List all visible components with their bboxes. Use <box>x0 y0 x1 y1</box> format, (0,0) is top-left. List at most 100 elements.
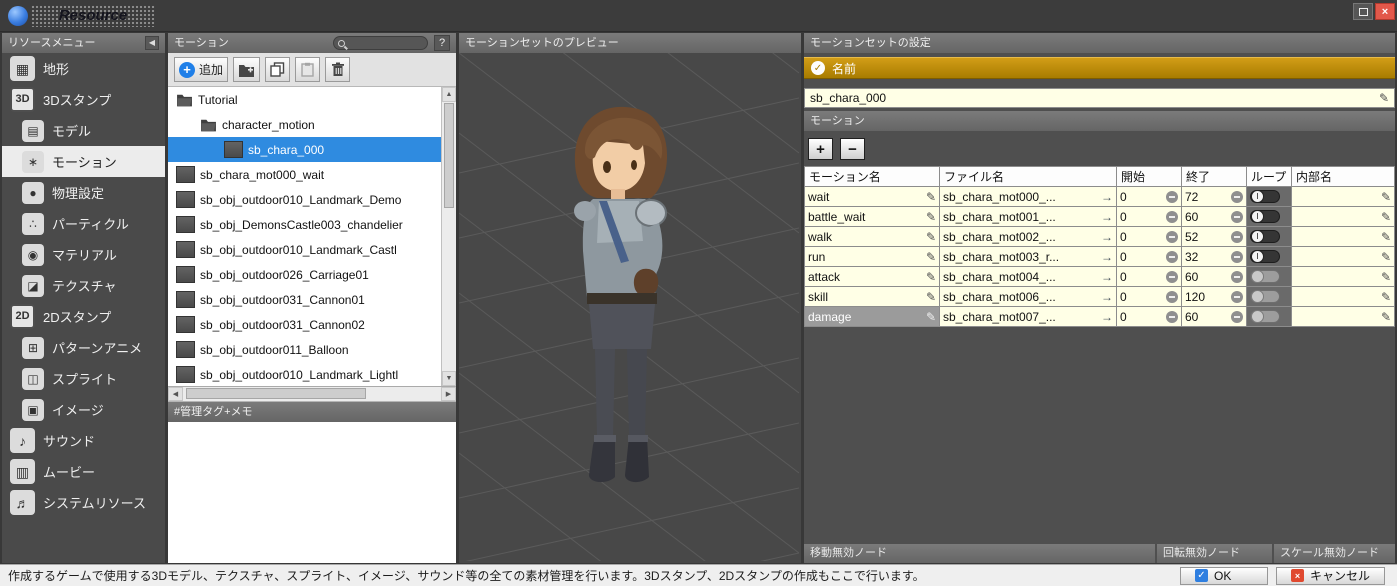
loop-toggle[interactable] <box>1250 290 1280 303</box>
stepper-minus-icon[interactable] <box>1231 271 1243 283</box>
sidebar-item-motion[interactable]: ∗ モーション <box>2 146 165 177</box>
file-name-cell[interactable]: sb_chara_mot007_...→ <box>940 307 1117 327</box>
end-cell[interactable]: 120 <box>1182 287 1247 307</box>
sidebar-item-3d-stamp[interactable]: 3D 3Dスタンプ <box>2 84 165 115</box>
arrow-right-icon[interactable]: → <box>1101 310 1113 324</box>
arrow-right-icon[interactable]: → <box>1101 250 1113 264</box>
end-cell[interactable]: 60 <box>1182 267 1247 287</box>
tree-item[interactable]: sb_obj_outdoor031_Cannon02 <box>168 312 441 337</box>
arrow-right-icon[interactable]: → <box>1101 230 1113 244</box>
sidebar-item-movie[interactable]: ▥ ムービー <box>2 456 165 487</box>
tree-item[interactable]: sb_chara_mot000_wait <box>168 162 441 187</box>
motion-name-cell[interactable]: skill✎ <box>805 287 940 307</box>
stepper-minus-icon[interactable] <box>1166 291 1178 303</box>
start-cell[interactable]: 0 <box>1117 307 1182 327</box>
stepper-minus-icon[interactable] <box>1166 231 1178 243</box>
paste-button[interactable] <box>295 57 320 82</box>
sidebar-item-sprite[interactable]: ◫ スプライト <box>2 363 165 394</box>
stepper-minus-icon[interactable] <box>1166 311 1178 323</box>
stepper-minus-icon[interactable] <box>1231 231 1243 243</box>
add-motion-row-button[interactable]: + <box>808 138 833 160</box>
name-field[interactable]: sb_chara_000 ✎ <box>804 88 1395 108</box>
stepper-minus-icon[interactable] <box>1231 191 1243 203</box>
stepper-minus-icon[interactable] <box>1231 251 1243 263</box>
start-cell[interactable]: 0 <box>1117 267 1182 287</box>
end-cell[interactable]: 60 <box>1182 207 1247 227</box>
pencil-icon[interactable]: ✎ <box>926 191 936 203</box>
end-cell[interactable]: 60 <box>1182 307 1247 327</box>
close-button[interactable]: × <box>1375 3 1395 20</box>
start-cell[interactable]: 0 <box>1117 207 1182 227</box>
stepper-minus-icon[interactable] <box>1231 211 1243 223</box>
tree-item-selected[interactable]: sb_chara_000 <box>168 137 441 162</box>
stepper-minus-icon[interactable] <box>1231 291 1243 303</box>
internal-name-cell[interactable]: ✎ <box>1292 187 1395 207</box>
tree-folder[interactable]: Tutorial <box>168 87 441 112</box>
pencil-icon[interactable]: ✎ <box>1381 191 1391 203</box>
end-cell[interactable]: 52 <box>1182 227 1247 247</box>
motion-name-cell[interactable]: wait✎ <box>805 187 940 207</box>
tree-folder[interactable]: character_motion <box>168 112 441 137</box>
horizontal-scroll-thumb[interactable] <box>186 388 366 399</box>
loop-toggle[interactable] <box>1250 190 1280 203</box>
copy-button[interactable] <box>265 57 290 82</box>
pencil-icon[interactable]: ✎ <box>926 271 936 283</box>
tree-item[interactable]: sb_obj_outdoor010_Landmark_Lightl <box>168 362 441 386</box>
start-cell[interactable]: 0 <box>1117 187 1182 207</box>
arrow-right-icon[interactable]: → <box>1101 270 1113 284</box>
3d-viewport[interactable] <box>459 53 801 563</box>
restore-button[interactable] <box>1353 3 1373 20</box>
loop-toggle[interactable] <box>1250 310 1280 323</box>
motion-name-cell[interactable]: attack✎ <box>805 267 940 287</box>
sidebar-item-terrain[interactable]: ▦ 地形 <box>2 53 165 84</box>
cancel-button[interactable]: × キャンセル <box>1276 567 1385 585</box>
start-cell[interactable]: 0 <box>1117 287 1182 307</box>
file-name-cell[interactable]: sb_chara_mot000_...→ <box>940 187 1117 207</box>
scroll-up-icon[interactable]: ▲ <box>442 87 456 102</box>
file-name-cell[interactable]: sb_chara_mot004_...→ <box>940 267 1117 287</box>
sidebar-item-texture[interactable]: ◪ テクスチャ <box>2 270 165 301</box>
internal-name-cell[interactable]: ✎ <box>1292 287 1395 307</box>
scroll-left-icon[interactable]: ◀ <box>168 387 183 401</box>
tree-item[interactable]: sb_obj_outdoor011_Balloon <box>168 337 441 362</box>
sidebar-item-material[interactable]: ◉ マテリアル <box>2 239 165 270</box>
internal-name-cell[interactable]: ✎ <box>1292 267 1395 287</box>
sidebar-item-physics[interactable]: ● 物理設定 <box>2 177 165 208</box>
sidebar-item-system-resource[interactable]: ♬ システムリソース <box>2 487 165 518</box>
sidebar-item-2d-stamp[interactable]: 2D 2Dスタンプ <box>2 301 165 332</box>
file-name-cell[interactable]: sb_chara_mot001_...→ <box>940 207 1117 227</box>
search-box[interactable] <box>333 36 428 50</box>
pencil-icon[interactable]: ✎ <box>1379 92 1389 104</box>
ok-button[interactable]: ✓ OK <box>1180 567 1268 585</box>
sidebar-item-pattern-anime[interactable]: ⊞ パターンアニメ <box>2 332 165 363</box>
pencil-icon[interactable]: ✎ <box>1381 271 1391 283</box>
file-name-cell[interactable]: sb_chara_mot003_r...→ <box>940 247 1117 267</box>
memo-input[interactable] <box>168 422 456 563</box>
tree-item[interactable]: sb_obj_outdoor026_Carriage01 <box>168 262 441 287</box>
scroll-right-icon[interactable]: ▶ <box>441 387 456 401</box>
end-cell[interactable]: 72 <box>1182 187 1247 207</box>
file-name-cell[interactable]: sb_chara_mot006_...→ <box>940 287 1117 307</box>
delete-button[interactable] <box>325 57 350 82</box>
pencil-icon[interactable]: ✎ <box>926 211 936 223</box>
search-input[interactable] <box>348 38 423 49</box>
tree-item[interactable]: sb_obj_outdoor031_Cannon01 <box>168 287 441 312</box>
help-button[interactable]: ? <box>434 35 450 51</box>
internal-name-cell[interactable]: ✎ <box>1292 247 1395 267</box>
internal-name-cell[interactable]: ✎ <box>1292 227 1395 247</box>
pencil-icon[interactable]: ✎ <box>1381 211 1391 223</box>
scroll-down-icon[interactable]: ▼ <box>442 371 456 386</box>
sidebar-item-sound[interactable]: ♪ サウンド <box>2 425 165 456</box>
new-folder-button[interactable] <box>233 57 260 82</box>
file-name-cell[interactable]: sb_chara_mot002_...→ <box>940 227 1117 247</box>
stepper-minus-icon[interactable] <box>1166 271 1178 283</box>
loop-toggle[interactable] <box>1250 250 1280 263</box>
tree-item[interactable]: sb_obj_outdoor010_Landmark_Demo <box>168 187 441 212</box>
internal-name-cell[interactable]: ✎ <box>1292 307 1395 327</box>
motion-name-cell[interactable]: walk✎ <box>805 227 940 247</box>
arrow-right-icon[interactable]: → <box>1101 190 1113 204</box>
pencil-icon[interactable]: ✎ <box>926 231 936 243</box>
vertical-scroll-thumb[interactable] <box>444 103 454 208</box>
internal-name-cell[interactable]: ✎ <box>1292 207 1395 227</box>
stepper-minus-icon[interactable] <box>1166 211 1178 223</box>
